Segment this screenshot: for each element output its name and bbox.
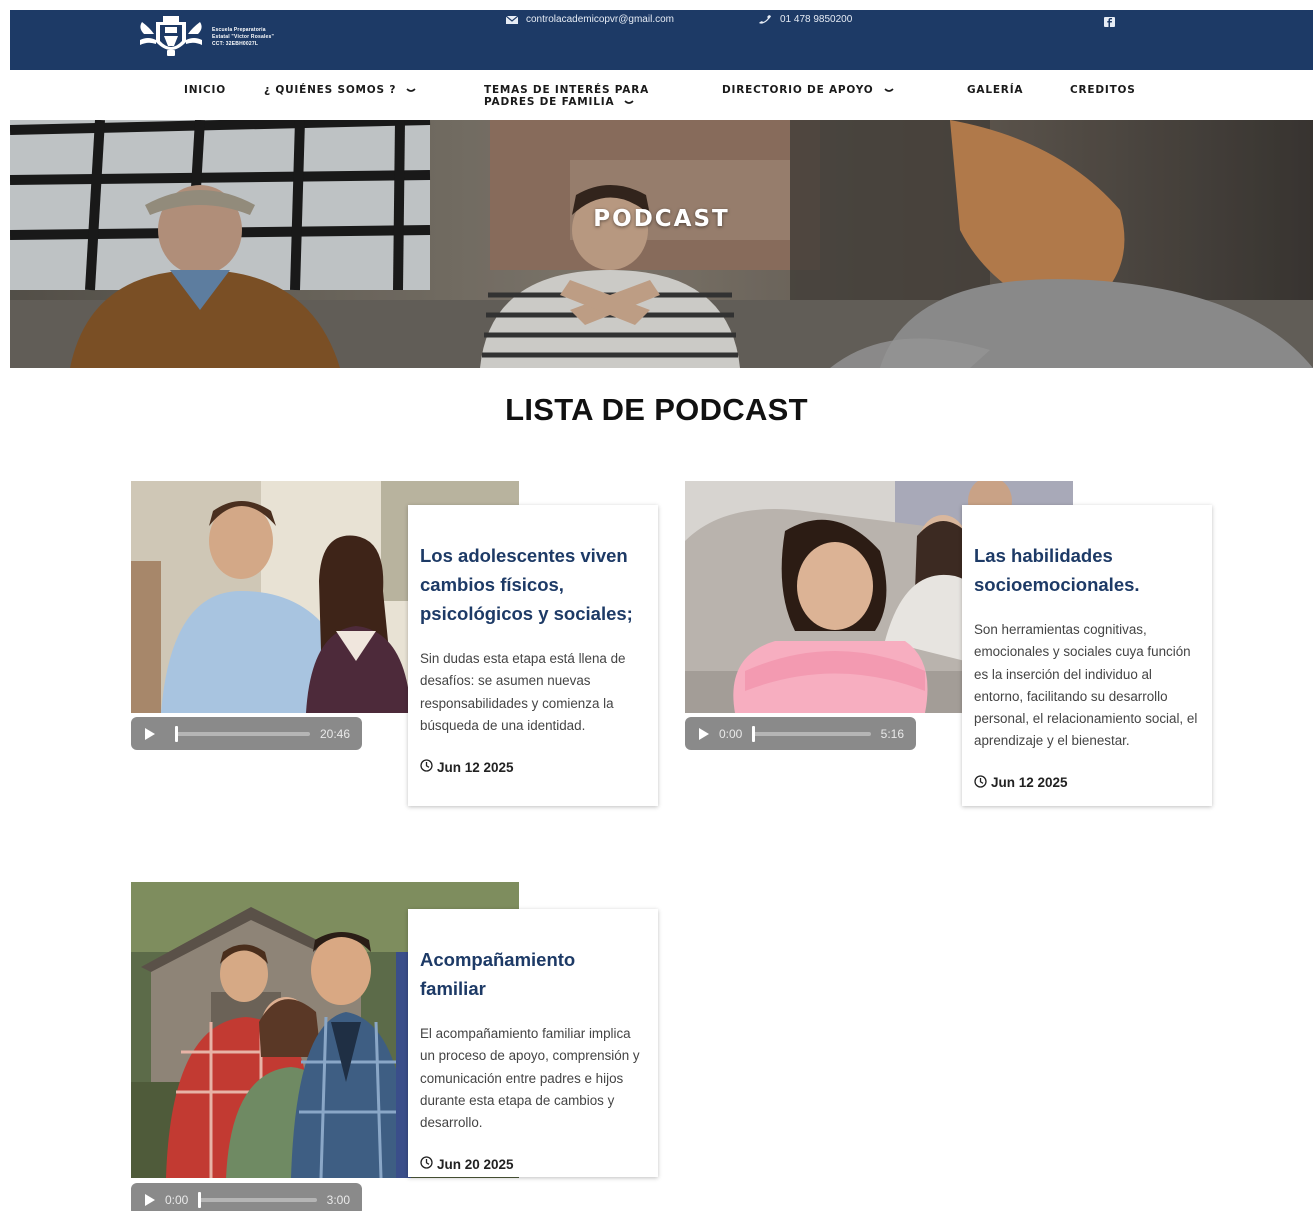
podcast-description: Son herramientas cognitivas, emocionales…	[974, 622, 1198, 749]
date-text: Jun 12 2025	[437, 759, 514, 775]
nav-item-quienes-somos[interactable]: ¿ QUIÉNES SOMOS ?	[264, 84, 416, 97]
seek-slider[interactable]	[198, 1191, 317, 1208]
duration: 5:16	[880, 726, 904, 741]
school-logo[interactable]: Escuela Preparatoria Estatal "Víctor Ros…	[136, 14, 274, 60]
contact-phone[interactable]: 01 478 9850200	[758, 14, 852, 25]
date-text: Jun 12 2025	[991, 775, 1068, 791]
current-time: 0:00	[719, 726, 743, 741]
clock-icon	[420, 1156, 433, 1172]
podcast-title[interactable]: Acompañamiento familiar	[420, 945, 646, 1003]
audio-player[interactable]: 0:00 5:16	[685, 717, 916, 750]
facebook-icon[interactable]	[1104, 14, 1115, 32]
podcast-title[interactable]: Los adolescentes viven cambios físicos, …	[420, 541, 646, 628]
seek-handle[interactable]	[198, 1191, 202, 1208]
audio-player[interactable]: 0:00 3:00	[131, 1183, 362, 1211]
chevron-down-icon	[406, 84, 416, 97]
chevron-down-icon	[883, 84, 894, 97]
play-icon[interactable]	[699, 727, 709, 740]
hero-photo	[10, 120, 1313, 368]
play-icon[interactable]	[145, 727, 155, 740]
podcast-date: Jun 12 2025	[974, 775, 1200, 791]
nav-label-line-2: PADRES DE FAMILIA	[484, 96, 634, 109]
envelope-icon	[506, 15, 518, 24]
clock-icon	[420, 759, 433, 775]
nav-label: CREDITOS	[1070, 84, 1136, 96]
nav-label: TEMAS DE INTERÉS PARA	[484, 84, 650, 96]
main-nav: INICIO ¿ QUIÉNES SOMOS ? TEMAS DE INTERÉ…	[0, 80, 1313, 112]
nav-label: GALERÍA	[967, 84, 1024, 96]
clock-icon	[974, 775, 987, 791]
podcast-description: Sin dudas esta etapa está llena de desaf…	[420, 651, 626, 733]
podcast-date: Jun 12 2025	[420, 759, 646, 775]
email-text: controlacademicopvr@gmail.com	[526, 14, 674, 25]
school-crest-icon	[136, 14, 206, 60]
school-name: Escuela Preparatoria Estatal "Víctor Ros…	[212, 27, 274, 48]
podcast-title[interactable]: Las habilidades socioemocionales.	[974, 541, 1200, 599]
seek-slider[interactable]	[752, 725, 871, 742]
phone-icon	[758, 14, 772, 25]
play-icon[interactable]	[145, 1193, 155, 1206]
school-line-2: Estatal "Víctor Rosales"	[212, 33, 275, 40]
nav-item-creditos[interactable]: CREDITOS	[1070, 84, 1136, 96]
nav-item-inicio[interactable]: INICIO	[184, 84, 226, 96]
date-text: Jun 20 2025	[437, 1156, 514, 1172]
chevron-down-icon	[624, 96, 634, 109]
nav-label-2: PADRES DE FAMILIA	[484, 96, 615, 108]
section-title: LISTA DE PODCAST	[505, 392, 808, 427]
hero-title: PODCAST	[593, 206, 730, 232]
nav-item-galeria[interactable]: GALERÍA	[967, 84, 1023, 96]
podcast-info-panel: Los adolescentes viven cambios físicos, …	[408, 505, 658, 806]
seek-handle[interactable]	[752, 725, 756, 742]
podcast-date: Jun 20 2025	[420, 1156, 646, 1172]
nav-label: ¿ QUIÉNES SOMOS ?	[264, 84, 397, 96]
podcast-info-panel: Las habilidades socioemocionales. Son he…	[962, 505, 1212, 806]
hero-banner: PODCAST	[10, 120, 1313, 368]
audio-player[interactable]: 20:46	[131, 717, 362, 750]
nav-label: DIRECTORIO DE APOYO	[722, 84, 874, 96]
podcast-info-panel: Acompañamiento familiar El acompañamient…	[408, 909, 658, 1177]
top-bar: Escuela Preparatoria Estatal "Víctor Ros…	[10, 10, 1313, 70]
podcast-description: El acompañamiento familiar implica un pr…	[420, 1026, 640, 1131]
contact-email[interactable]: controlacademicopvr@gmail.com	[506, 14, 674, 25]
current-time: 0:00	[165, 1192, 189, 1207]
duration: 20:46	[319, 726, 350, 741]
phone-text: 01 478 9850200	[780, 14, 853, 25]
nav-label: INICIO	[184, 84, 226, 96]
duration: 3:00	[326, 1192, 350, 1207]
school-line-1: Escuela Preparatoria	[212, 26, 266, 33]
nav-item-temas-de-interes[interactable]: TEMAS DE INTERÉS PARA PADRES DE FAMILIA	[484, 84, 649, 109]
nav-item-directorio-de-apoyo[interactable]: DIRECTORIO DE APOYO	[722, 84, 894, 97]
seek-slider[interactable]	[175, 725, 310, 742]
school-line-3: CCT: 32EBH0027L	[212, 40, 259, 47]
seek-handle[interactable]	[175, 725, 178, 742]
